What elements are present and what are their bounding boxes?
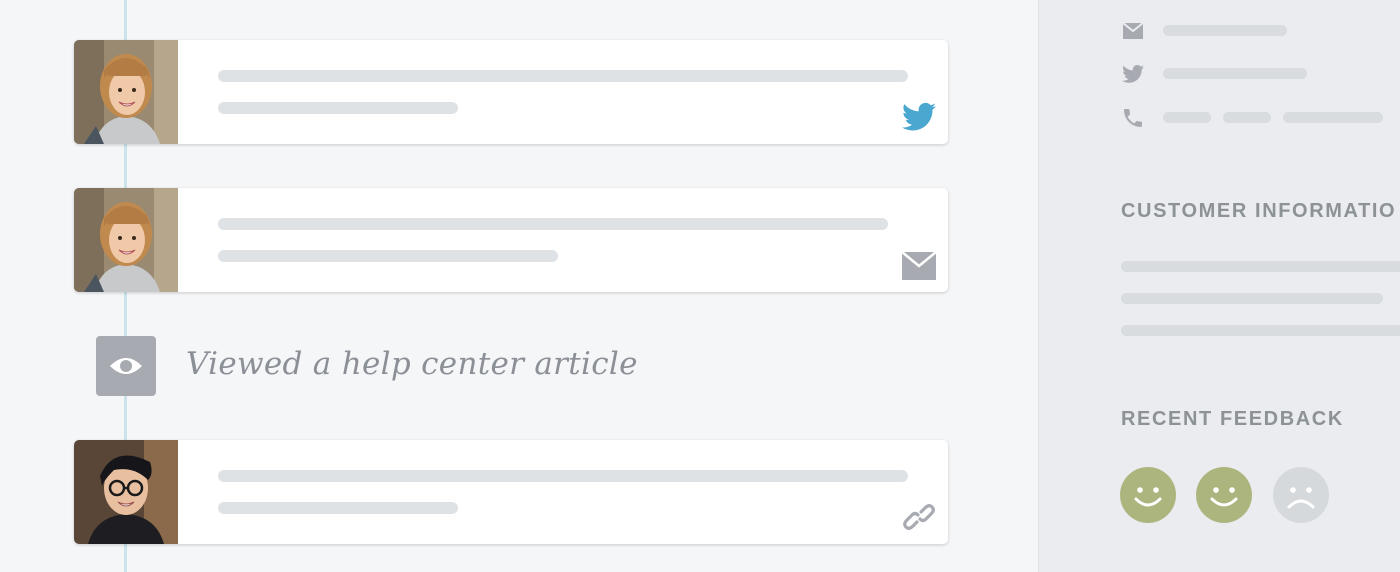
message-line [218, 470, 908, 482]
info-line [1121, 325, 1400, 336]
message-line [218, 250, 558, 262]
info-line [1121, 261, 1400, 272]
message-line [218, 502, 458, 514]
positive-feedback-icon [1196, 467, 1252, 523]
avatar [74, 440, 178, 544]
link-icon [902, 502, 936, 532]
timeline-card[interactable] [74, 440, 948, 544]
positive-feedback-icon [1120, 467, 1176, 523]
phone-icon [1121, 106, 1145, 130]
negative-feedback-icon [1273, 467, 1329, 523]
info-line [1121, 293, 1383, 304]
message-line [218, 102, 458, 114]
eye-icon [96, 336, 156, 396]
mail-icon [901, 250, 937, 280]
phone-placeholder [1283, 112, 1383, 123]
recent-feedback-title: RECENT FEEDBACK [1121, 408, 1344, 430]
customer-information-title: CUSTOMER INFORMATIO [1121, 200, 1397, 222]
timeline-card[interactable] [74, 188, 948, 292]
avatar [74, 188, 178, 292]
twitter-placeholder [1163, 68, 1307, 79]
twitter-icon [1121, 62, 1145, 86]
message-line [218, 70, 908, 82]
message-line [218, 218, 888, 230]
phone-placeholder [1163, 112, 1211, 123]
event-text: Viewed a help center article [186, 346, 638, 382]
customer-sidebar: CUSTOMER INFORMATIO RECENT FEEDBACK [1038, 0, 1400, 572]
email-placeholder [1163, 25, 1287, 36]
avatar [74, 40, 178, 144]
twitter-icon [902, 102, 936, 132]
timeline-card[interactable] [74, 40, 948, 144]
mail-icon [1121, 19, 1145, 43]
phone-placeholder [1223, 112, 1271, 123]
